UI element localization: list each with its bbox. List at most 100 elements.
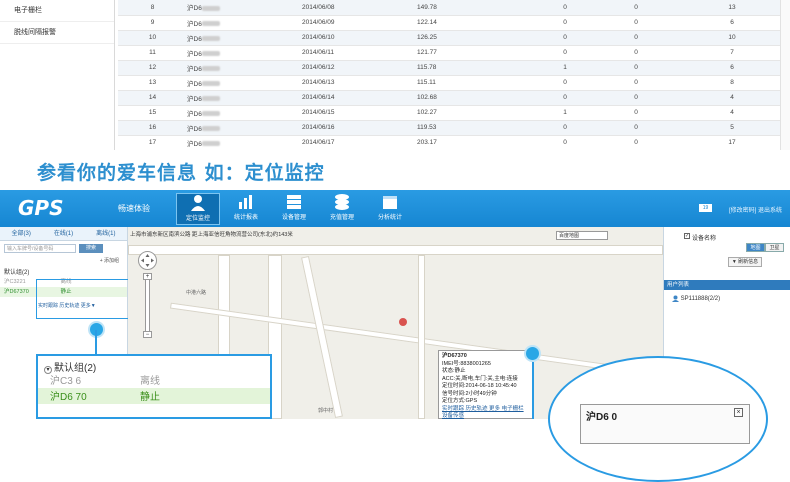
satellite-type-button[interactable]: 卫星: [765, 243, 784, 252]
row-count-cell: 10: [670, 30, 790, 46]
table-row: 15 沪D6 2014/06/15 102.27 1 0 4: [118, 105, 790, 121]
row-mileage-cell-text: 121.77: [417, 49, 437, 56]
row-date-cell-text: 2014/06/11: [302, 49, 335, 56]
row-count-cell: 6: [670, 60, 790, 76]
row-index-cell-text: 16: [148, 124, 157, 131]
row-mileage-cell-text: 115.78: [417, 64, 437, 71]
add-group-link[interactable]: + 添加组: [0, 257, 127, 267]
info-imei: IMEI号:8838001265: [442, 360, 491, 367]
header-links[interactable]: [修改密码] 退出系统: [729, 205, 782, 214]
zoom-vehicle-plate: 沪D6 70: [50, 392, 87, 403]
row-count-cell-text: 1: [563, 109, 567, 116]
tab-online[interactable]: 在线(1): [42, 227, 84, 240]
info-gps-time: 定位时间:2014-06-18 10:45:40: [442, 383, 517, 389]
nav-analysis[interactable]: 分析统计: [368, 193, 412, 225]
row-plate-cell: 沪D6: [183, 0, 298, 16]
zoom-vehicle-row[interactable]: 沪C3 6 离线: [38, 372, 270, 388]
report-left-menu: 电子栅栏 脱线间隔报警: [0, 0, 115, 150]
device-name-checkbox[interactable]: ✓: [684, 233, 690, 239]
close-icon[interactable]: ×: [734, 408, 743, 417]
vehicle-plate: 沪D67370: [4, 289, 29, 295]
row-index-cell: 9: [118, 15, 183, 31]
vehicle-marker-icon: [399, 318, 407, 326]
row-count-cell: 5: [670, 120, 790, 136]
highlight-box: [36, 279, 129, 319]
row-index-cell: 13: [118, 75, 183, 91]
report-scrollbar[interactable]: [780, 0, 790, 150]
row-count-cell-text: 0: [563, 34, 567, 41]
user-list-item[interactable]: SP111888(2/2): [672, 295, 720, 302]
row-count-cell-text: 0: [634, 34, 638, 41]
row-index-cell: 14: [118, 90, 183, 106]
row-plate-cell-text: 沪D6: [187, 35, 202, 43]
nav-location-monitor[interactable]: 定位监控: [176, 193, 220, 225]
row-index-cell: 15: [118, 105, 183, 121]
tab-offline[interactable]: 离线(1): [85, 227, 127, 240]
row-count-cell-text: 0: [563, 49, 567, 56]
person-icon: [191, 195, 205, 211]
row-count-cell-text: 4: [730, 94, 734, 101]
vehicle-info-window: 沪D67370 IMEI号:8838001265 状态:静止 ACC:关,断电,…: [438, 350, 533, 419]
row-plate-cell-text: 沪D6: [187, 110, 202, 118]
redaction-mark: [201, 81, 220, 87]
row-date-cell: 2014/06/12: [298, 60, 413, 76]
search-button[interactable]: 搜索: [79, 244, 103, 253]
nav-recharge[interactable]: 充值管理: [320, 193, 364, 225]
row-plate-cell-text: 沪D6: [187, 80, 202, 88]
row-mileage-cell: 122.14: [413, 15, 528, 31]
row-count-cell: 0: [598, 135, 670, 151]
row-count-cell-text: 0: [563, 94, 567, 101]
row-index-cell-text: 11: [149, 49, 156, 56]
caption-title: 参看你的爱车信息 如：定位监控: [37, 162, 325, 184]
row-date-cell-text: 2014/06/16: [302, 124, 335, 131]
row-count-cell: 4: [670, 105, 790, 121]
redaction-mark: [201, 66, 220, 72]
row-count-cell: 0: [528, 75, 598, 91]
row-plate-cell: 沪D6: [183, 45, 298, 61]
row-count-cell-text: 13: [728, 3, 736, 11]
row-plate-cell-text: 沪D6: [187, 140, 202, 148]
row-index-cell-text: 14: [148, 94, 157, 101]
group-title[interactable]: 默认组(2): [0, 267, 127, 277]
row-count-cell: 0: [598, 120, 670, 136]
calendar-icon: [383, 196, 397, 209]
table-row: 11 沪D6 2014/06/11 121.77 0 0 7: [118, 45, 790, 61]
refresh-button[interactable]: ▼ 刷新信息: [728, 257, 762, 267]
row-count-cell: 0: [528, 120, 598, 136]
row-count-cell-text: 0: [634, 19, 638, 26]
search-input[interactable]: 输入车牌号/设备号码: [4, 244, 76, 253]
nav-reports[interactable]: 统计报表: [224, 193, 268, 225]
info-action-links[interactable]: 实时跟踪 历史轨迹 更多 电子栅栏 设备传感: [442, 406, 529, 421]
status-tabs: 全部(3) 在线(1) 离线(1): [0, 227, 127, 241]
table-row: 10 沪D6 2014/06/10 126.25 0 0 10: [118, 30, 790, 46]
row-mileage-cell-text: 126.25: [417, 34, 437, 41]
row-index-cell: 8: [118, 0, 183, 16]
table-row: 16 沪D6 2014/06/16 119.53 0 0 5: [118, 120, 790, 136]
redaction-mark: [201, 6, 220, 12]
row-date-cell: 2014/06/17: [298, 135, 413, 151]
row-plate-cell-text: 沪D6: [187, 95, 202, 103]
map-type-button[interactable]: 地图: [746, 243, 765, 252]
row-date-cell: 2014/06/14: [298, 90, 413, 106]
row-date-cell-text: 2014/06/08: [302, 3, 335, 11]
row-count-cell: 0: [598, 105, 670, 121]
callout-line: [532, 362, 534, 419]
zoom-vehicle-row[interactable]: 沪D6 70 静止: [38, 388, 270, 404]
message-count-badge[interactable]: 19: [699, 204, 712, 212]
row-count-cell-text: 4: [730, 109, 734, 116]
nav-device-management[interactable]: 设备管理: [272, 193, 316, 225]
row-count-cell: 0: [528, 90, 598, 106]
menu-item-offline-alarm[interactable]: 脱线间隔报警: [0, 22, 114, 44]
row-count-cell: 0: [598, 30, 670, 46]
row-index-cell: 10: [118, 30, 183, 46]
info-mode: 定位方式:GPS: [442, 398, 478, 404]
menu-item-geofence[interactable]: 电子栅栏: [0, 0, 114, 22]
row-count-cell-text: 8: [730, 79, 734, 86]
row-count-cell: 0: [528, 45, 598, 61]
row-plate-cell-text: 沪D6: [187, 20, 202, 28]
tab-all[interactable]: 全部(3): [0, 227, 42, 240]
row-count-cell-text: 0: [634, 3, 638, 11]
zoom-vehicle-plate: 沪C3 6: [50, 376, 82, 387]
row-count-cell: 1: [528, 60, 598, 76]
row-mileage-cell: 121.77: [413, 45, 528, 61]
